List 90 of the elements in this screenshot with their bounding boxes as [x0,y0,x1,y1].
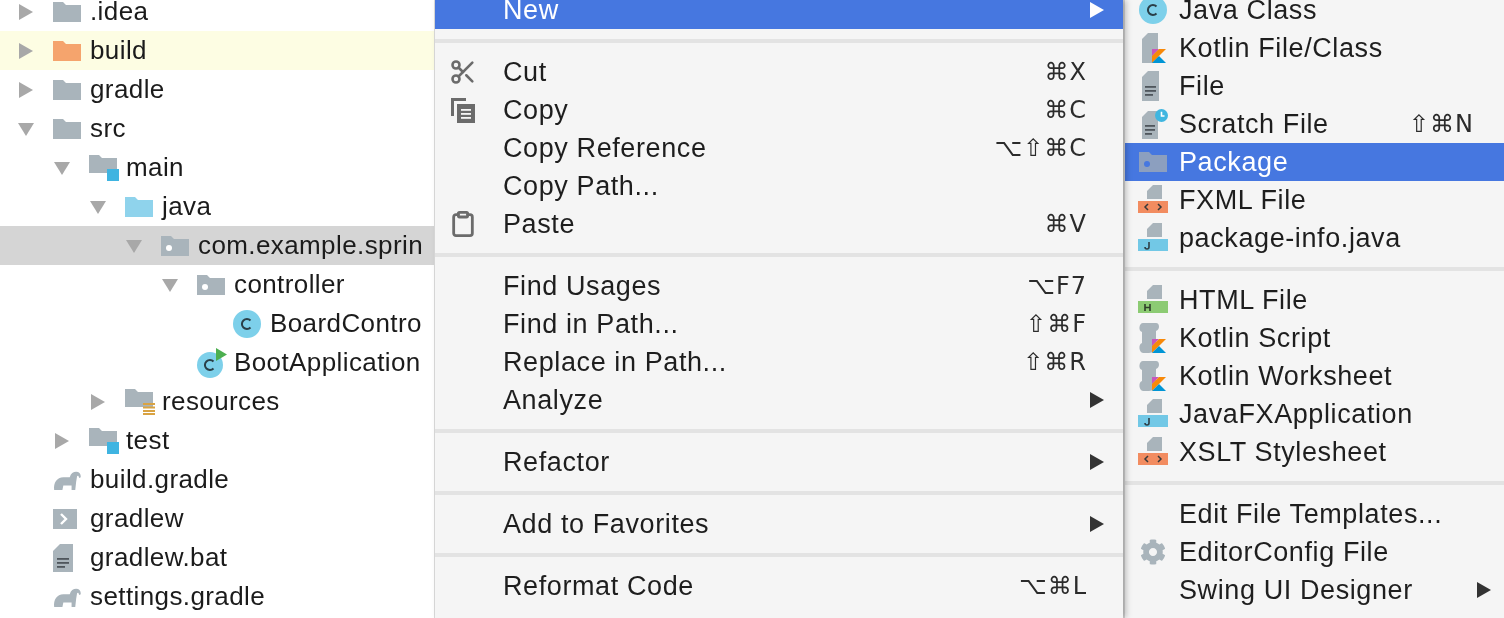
submenu-item[interactable]: JavaFXApplication [1125,395,1504,433]
caret-right-icon[interactable] [54,432,70,449]
tree-item[interactable]: BoardContro [0,304,434,343]
tree-item[interactable]: controller [0,265,434,304]
tree-item[interactable]: gradlew [0,499,434,538]
menu-item[interactable]: Add to Favorites [435,505,1123,543]
menu-item[interactable]: New [435,0,1123,29]
package-folder-icon [197,274,225,295]
terminal-icon [53,508,77,529]
caret-down-icon[interactable] [162,276,178,293]
tree-item[interactable]: main [0,148,434,187]
tree-item[interactable]: java [0,187,434,226]
shortcut-text: ⌥F7 [1027,271,1087,302]
java-file-icon [1138,223,1168,253]
tree-item[interactable]: BootApplication [0,343,434,382]
menu-item[interactable]: Refactor [435,443,1123,481]
shortcut-text: ⇧⌘R [1023,347,1087,378]
submenu-item[interactable]: File [1125,67,1504,105]
submenu-item[interactable]: package-info.java [1125,219,1504,257]
shortcut-text: ⌥⇧⌘C [994,133,1087,164]
shortcut-text: ⌘X [1044,57,1087,88]
folder-icon [53,118,81,139]
submenu-item[interactable]: Scratch File ⇧⌘N [1125,105,1504,143]
folder-icon [53,40,81,61]
caret-down-icon[interactable] [18,120,34,137]
runnable-class-icon [197,347,227,378]
submenu-item[interactable]: FXML File [1125,181,1504,219]
tree-item[interactable]: src [0,109,434,148]
submenu-item[interactable]: EditorConfig File [1125,533,1504,571]
tree-item[interactable]: com.example.sprin [0,226,434,265]
package-folder-icon [161,235,189,256]
menu-item[interactable]: Find Usages ⌥F7 [435,267,1123,305]
folder-with-square-icon [89,427,119,454]
folder-with-lines-icon [125,388,155,415]
shortcut-text: ⌘C [1044,95,1087,126]
caret-down-icon[interactable] [126,237,142,254]
submenu-item[interactable]: HTML File [1125,281,1504,319]
caret-right-icon[interactable] [90,393,106,410]
submenu-item[interactable]: Package [1125,143,1504,181]
java-file-icon [1138,399,1168,429]
caret-down-icon[interactable] [90,198,106,215]
menu-item[interactable]: Reformat Code ⌥⌘L [435,567,1123,605]
markup-file-icon [1138,437,1168,467]
copy-icon [450,97,476,123]
script-with-logo-icon [1138,361,1168,391]
clipboard-icon [449,210,477,238]
menu-item[interactable]: Cut ⌘X [435,53,1123,91]
menu-item[interactable]: Copy Reference ⌥⇧⌘C [435,129,1123,167]
html-file-icon [1138,285,1168,315]
script-with-logo-icon [1138,323,1168,353]
tree-item[interactable]: resources [0,382,434,421]
shortcut-text: ⌥⌘L [1018,571,1087,602]
submenu-item[interactable]: Edit File Templates... [1125,495,1504,533]
class-icon [233,309,261,338]
submenu-item[interactable]: XSLT Stylesheet [1125,433,1504,471]
gear-icon [1140,539,1166,565]
folder-icon [53,79,81,100]
tree-item[interactable]: settings.gradle [0,577,434,616]
shortcut-text: ⌘V [1044,209,1087,240]
folder-icon [53,1,81,22]
folder-with-square-icon [89,154,119,181]
folder-icon [125,196,153,217]
package-folder-icon [1139,152,1167,172]
menu-item[interactable]: Analyze [435,381,1123,419]
text-file-icon [53,543,73,572]
menu-item[interactable]: Copy Path... [435,167,1123,205]
shortcut-text: ⇧⌘F [1026,309,1087,340]
markup-file-icon [1138,185,1168,215]
caret-right-icon[interactable] [18,3,34,20]
tree-item[interactable]: .idea [0,0,434,31]
caret-right-icon[interactable] [18,42,34,59]
caret-down-icon[interactable] [54,159,70,176]
tree-item[interactable]: build [0,31,434,70]
scissors-icon [449,58,477,86]
submenu-item[interactable]: Java Class [1125,0,1504,29]
caret-right-icon[interactable] [18,81,34,98]
submenu-item[interactable]: Kotlin Worksheet [1125,357,1504,395]
tree-item[interactable]: gradlew.bat [0,538,434,577]
submenu-item[interactable]: Swing UI Designer [1125,571,1504,609]
menu-item[interactable]: Copy ⌘C [435,91,1123,129]
menu-item[interactable]: Find in Path... ⇧⌘F [435,305,1123,343]
submenu-item[interactable]: Kotlin File/Class [1125,29,1504,67]
class-icon [1139,0,1167,24]
tree-item[interactable]: test [0,421,434,460]
menu-item[interactable]: Replace in Path... ⇧⌘R [435,343,1123,381]
shortcut-text: ⇧⌘N [1408,109,1474,140]
menu-item[interactable]: Paste ⌘V [435,205,1123,243]
tree-item[interactable]: build.gradle [0,460,434,499]
tree-item[interactable]: gradle [0,70,434,109]
submenu-item[interactable]: Kotlin Script [1125,319,1504,357]
